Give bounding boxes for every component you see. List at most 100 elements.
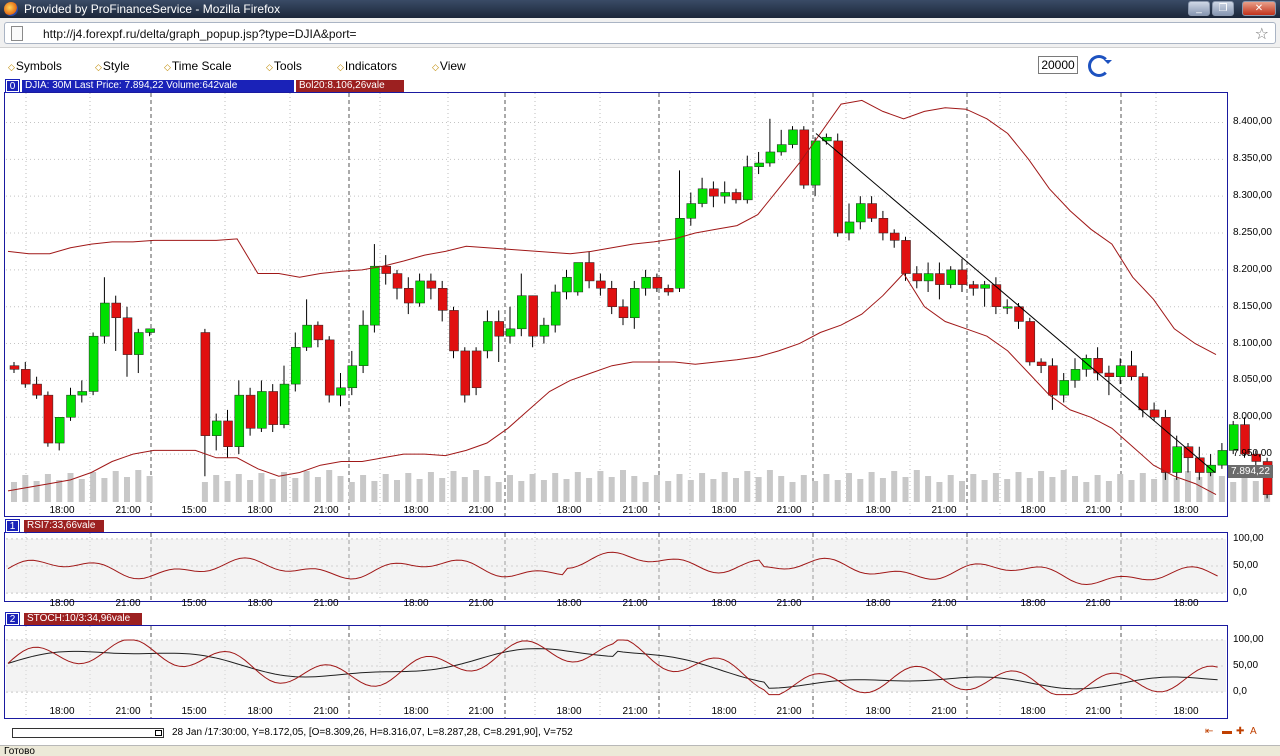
time-tick-label: 18:00 xyxy=(556,505,581,516)
menu-view[interactable]: ◇View xyxy=(432,59,466,73)
y-tick-label: 8.200,00 xyxy=(1233,264,1272,275)
time-tick-label: 18:00 xyxy=(1173,706,1198,717)
main-chart-panel[interactable] xyxy=(4,92,1228,517)
auto-scale-icon[interactable]: A xyxy=(1250,726,1257,737)
time-tick-label: 21:00 xyxy=(622,706,647,717)
time-tick-label: 21:00 xyxy=(776,505,801,516)
volume-bar xyxy=(1253,481,1259,502)
diamond-icon: ◇ xyxy=(164,62,171,72)
y-tick-label: 7.950,00 xyxy=(1233,448,1272,459)
menu-symbols[interactable]: ◇Symbols xyxy=(8,59,62,73)
y-tick-label: 8.100,00 xyxy=(1233,338,1272,349)
time-tick-label: 18:00 xyxy=(403,706,428,717)
y-tick-label: 8.000,00 xyxy=(1233,411,1272,422)
time-tick-label: 18:00 xyxy=(865,505,890,516)
firefox-logo-icon xyxy=(4,2,18,16)
stoch-tick-label: 100,00 xyxy=(1233,634,1264,645)
volume-bar xyxy=(1264,474,1270,502)
time-tick-label: 18:00 xyxy=(1020,505,1045,516)
menu-tools[interactable]: ◇Tools xyxy=(266,59,302,73)
time-tick-label: 21:00 xyxy=(776,598,801,609)
time-tick-label: 15:00 xyxy=(181,706,206,717)
volume-bar xyxy=(1230,482,1236,502)
y-tick-label: 8.300,00 xyxy=(1233,190,1272,201)
stoch-tick-label: 50,00 xyxy=(1233,660,1258,671)
menu-style-label: Style xyxy=(103,59,130,73)
maximize-button[interactable]: ❐ xyxy=(1212,1,1234,16)
menu-symbols-label: Symbols xyxy=(16,59,62,73)
time-tick-label: 18:00 xyxy=(865,706,890,717)
y-tick-label: 8.350,00 xyxy=(1233,153,1272,164)
time-tick-label: 21:00 xyxy=(468,706,493,717)
bookmark-star-icon[interactable]: ☆ xyxy=(1255,24,1269,44)
window-title: Provided by ProFinanceService - Mozilla … xyxy=(24,2,280,16)
time-tick-label: 18:00 xyxy=(49,706,74,717)
time-tick-label: 18:00 xyxy=(711,706,736,717)
time-tick-label: 18:00 xyxy=(247,598,272,609)
rsi-panel-index: 1 xyxy=(6,520,19,532)
menu-style[interactable]: ◇Style xyxy=(95,59,130,73)
time-tick-label: 21:00 xyxy=(468,505,493,516)
period-input[interactable]: 20000 xyxy=(1038,56,1078,74)
zoom-out-icon[interactable]: ▬ xyxy=(1222,726,1232,737)
stochastic-panel[interactable] xyxy=(4,625,1228,719)
time-tick-label: 18:00 xyxy=(1020,706,1045,717)
last-price-badge: 7.894,22 xyxy=(1228,465,1273,478)
time-tick-label: 21:00 xyxy=(1085,505,1110,516)
rsi-panel[interactable] xyxy=(4,532,1228,602)
time-tick-label: 15:00 xyxy=(181,505,206,516)
menu-indicators[interactable]: ◇Indicators xyxy=(337,59,397,73)
y-tick-label: 8.250,00 xyxy=(1233,227,1272,238)
menu-tools-label: Tools xyxy=(274,59,302,73)
time-tick-label: 21:00 xyxy=(313,598,338,609)
time-tick-label: 21:00 xyxy=(313,505,338,516)
time-tick-label: 18:00 xyxy=(556,598,581,609)
url-text[interactable]: http://j4.forexpf.ru/delta/graph_popup.j… xyxy=(43,27,357,41)
time-tick-label: 18:00 xyxy=(711,505,736,516)
time-tick-label: 21:00 xyxy=(931,706,956,717)
scroll-left-icon[interactable]: ⇤ xyxy=(1205,726,1213,737)
zoom-in-icon[interactable]: ✚ xyxy=(1236,726,1244,737)
time-tick-label: 21:00 xyxy=(622,505,647,516)
scrollbar-thumb[interactable] xyxy=(155,730,162,736)
refresh-icon[interactable] xyxy=(1088,55,1110,77)
time-tick-label: 21:00 xyxy=(931,505,956,516)
stoch-legend: STOCH:10/3:34,96vale xyxy=(24,613,142,625)
address-bar[interactable]: http://j4.forexpf.ru/delta/graph_popup.j… xyxy=(4,22,1276,44)
time-tick-label: 18:00 xyxy=(1173,505,1198,516)
time-tick-label: 18:00 xyxy=(247,505,272,516)
browser-status-bar: Готово xyxy=(0,745,1280,756)
time-tick-label: 18:00 xyxy=(865,598,890,609)
main-panel-index: 0 xyxy=(6,80,19,92)
diamond-icon: ◇ xyxy=(266,62,273,72)
menu-time-scale-label: Time Scale xyxy=(172,59,232,73)
diamond-icon: ◇ xyxy=(432,62,439,72)
volume-bar xyxy=(1242,475,1248,502)
menu-time-scale[interactable]: ◇Time Scale xyxy=(164,59,232,73)
bollinger-legend: Bol20:8.106,26vale xyxy=(296,80,404,92)
menu-view-label: View xyxy=(440,59,466,73)
minimize-button[interactable]: _ xyxy=(1188,1,1210,16)
rsi-tick-label: 100,00 xyxy=(1233,533,1264,544)
time-tick-label: 18:00 xyxy=(1020,598,1045,609)
candle-up xyxy=(1229,425,1238,451)
time-tick-label: 18:00 xyxy=(1173,598,1198,609)
page-icon xyxy=(11,26,23,41)
y-tick-label: 8.150,00 xyxy=(1233,301,1272,312)
chart-scrollbar[interactable] xyxy=(12,728,164,738)
diamond-icon: ◇ xyxy=(337,62,344,72)
close-button[interactable]: ✕ xyxy=(1242,1,1276,16)
time-tick-label: 18:00 xyxy=(403,598,428,609)
time-tick-label: 15:00 xyxy=(181,598,206,609)
time-tick-label: 18:00 xyxy=(49,598,74,609)
time-tick-label: 21:00 xyxy=(931,598,956,609)
stoch-panel-index: 2 xyxy=(6,613,19,625)
diamond-icon: ◇ xyxy=(8,62,15,72)
y-tick-label: 8.050,00 xyxy=(1233,374,1272,385)
time-tick-label: 21:00 xyxy=(313,706,338,717)
rsi-tick-label: 0,0 xyxy=(1233,587,1247,598)
stoch-tick-label: 0,0 xyxy=(1233,686,1247,697)
address-bar-row: http://j4.forexpf.ru/delta/graph_popup.j… xyxy=(0,18,1280,48)
time-tick-label: 21:00 xyxy=(115,505,140,516)
main-legend: DJIA: 30M Last Price: 7.894,22 Volume:64… xyxy=(22,80,294,92)
